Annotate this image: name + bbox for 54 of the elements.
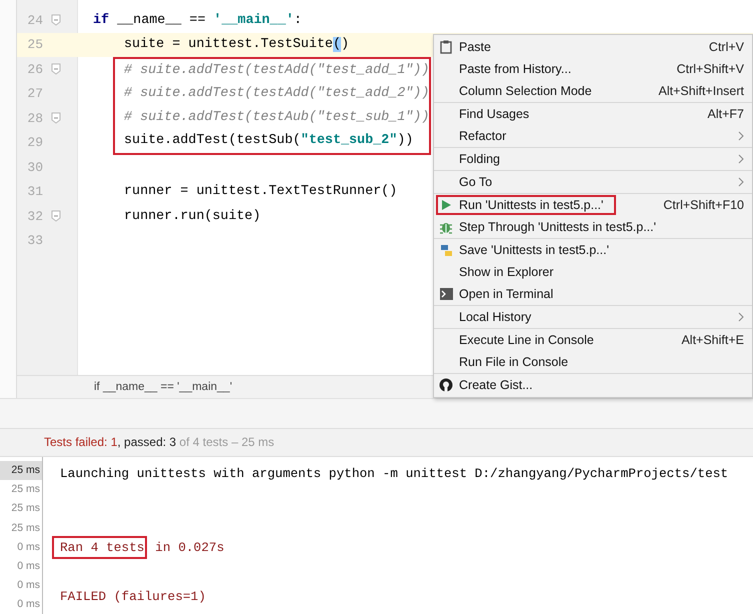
line-number: 27 <box>26 86 43 102</box>
clipboard-icon <box>440 40 452 54</box>
line-number: 33 <box>26 233 43 248</box>
code-line: if __name__ == '__main__': <box>93 12 302 28</box>
menu-item[interactable]: Step Through 'Unittests in test5.p...' <box>434 216 752 238</box>
menu-item[interactable]: Save 'Unittests in test5.p...' <box>434 239 752 261</box>
menu-item[interactable]: Open in Terminal <box>434 283 752 305</box>
menu-item[interactable]: Column Selection Mode Alt+Shift+Insert <box>434 80 752 102</box>
menu-item[interactable]: Execute Line in Console Alt+Shift+E <box>434 329 752 351</box>
menu-item[interactable]: Paste Ctrl+V <box>434 36 752 58</box>
breadcrumb[interactable]: if __name__ == '__main__' <box>94 380 232 393</box>
menu-item[interactable]: Paste from History... Ctrl+Shift+V <box>434 58 752 80</box>
code-line: suite.addTest(testSub("test_sub_2")) <box>124 133 414 148</box>
code-line: runner.run(suite) <box>124 208 261 224</box>
menu-item[interactable]: Folding <box>434 148 752 170</box>
menu-item[interactable]: Go To <box>434 171 752 193</box>
line-number: 25 <box>26 37 43 52</box>
menu-item[interactable]: Run File in Console <box>434 351 752 373</box>
test-duration[interactable]: 0 ms <box>0 556 42 576</box>
test-duration[interactable]: 25 ms <box>0 480 42 499</box>
menu-item[interactable]: Show in Explorer <box>434 261 752 283</box>
menu-item[interactable]: Create Gist... <box>434 374 752 396</box>
line-number: 29 <box>26 135 43 150</box>
code-line: # suite.addTest(testAdd("test_add_2")) <box>124 86 430 102</box>
bug-icon <box>439 220 453 234</box>
test-duration[interactable]: 0 ms <box>0 594 42 614</box>
line-number: 28 <box>26 110 43 126</box>
line-number: 32 <box>26 208 43 224</box>
code-line: suite = unittest.TestSuite() <box>124 37 350 52</box>
menu-item[interactable]: Find Usages Alt+F7 <box>434 103 752 125</box>
test-duration[interactable]: 25 ms <box>0 518 42 538</box>
console-output: in 0.027s <box>154 540 224 555</box>
code-line: # suite.addTest(testAdd("test_add_1")) <box>124 62 430 78</box>
test-duration[interactable]: 0 ms <box>0 537 42 556</box>
test-summary: Tests failed: 1, passed: 3 of 4 tests – 25 ms <box>44 435 274 450</box>
menu-item[interactable]: Run 'Unittests in test5.p...' Ctrl+Shift+F10 <box>434 194 752 216</box>
python-logo-icon <box>438 242 454 258</box>
console-output: Ran 4 tests <box>60 540 144 555</box>
menu-item[interactable]: Refactor <box>434 125 752 147</box>
test-duration[interactable]: 0 ms <box>0 576 42 595</box>
code-line: # suite.addTest(testAub("test_sub_1")) <box>124 110 430 125</box>
console-output: FAILED (failures=1) <box>60 588 206 604</box>
code-line: runner = unittest.TextTestRunner() <box>124 184 398 200</box>
github-icon <box>439 378 453 392</box>
test-duration[interactable]: 25 ms <box>0 460 42 480</box>
test-duration[interactable]: 25 ms <box>0 498 42 518</box>
line-number: 26 <box>26 62 43 77</box>
line-number: 30 <box>26 160 43 175</box>
line-number: 31 <box>26 184 43 200</box>
line-number: 24 <box>26 12 43 28</box>
terminal-icon <box>440 288 452 300</box>
menu-item[interactable]: Local History <box>434 306 752 328</box>
play-icon <box>440 199 452 211</box>
console-output: Launching unittests with arguments python -m unittest D:/zhangyang/PycharmProjects/test <box>60 466 728 482</box>
